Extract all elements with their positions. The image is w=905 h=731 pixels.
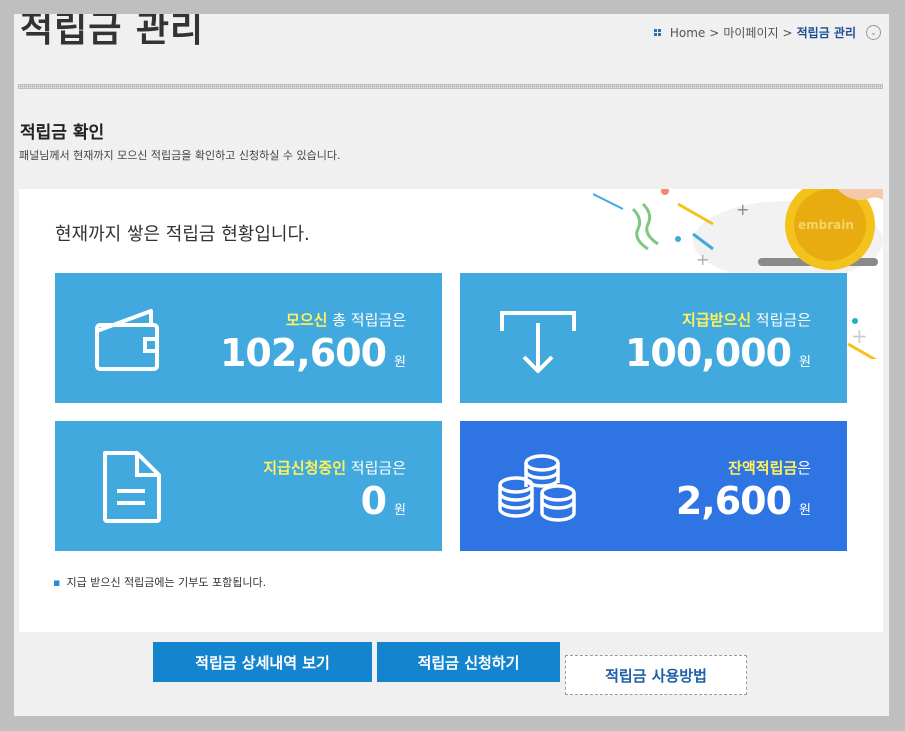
card-caption-text: 적립금은	[751, 311, 811, 329]
points-panel: embrain + + + 현재까지 쌓은 적립금 현황입니다. 모으신 총 적…	[19, 189, 883, 632]
document-icon	[103, 451, 161, 523]
paid-points-card: 지급받으신 적립금은 100,000 원	[460, 273, 847, 403]
svg-text:+: +	[696, 250, 709, 269]
request-points-button[interactable]: 적립금 신청하기	[377, 642, 560, 682]
paid-points-value: 100,000	[624, 331, 792, 375]
total-points-value: 102,600	[219, 331, 387, 375]
footnote: ▪ 지급 받으신 적립금에는 기부도 포함됩니다.	[53, 574, 266, 590]
svg-text:+: +	[851, 324, 868, 348]
breadcrumb: Home > 마이페이지 > 적립금 관리 ⌄	[653, 24, 881, 41]
currency-unit: 원	[799, 503, 811, 518]
card-caption: 지급받으신 적립금은	[682, 309, 811, 330]
card-highlight: 지급받으신	[682, 311, 752, 329]
card-caption: 잔액적립금은	[728, 457, 811, 478]
card-caption-text: 은	[797, 459, 811, 477]
currency-unit: 원	[394, 355, 406, 370]
page-frame: 적립금 관리 Home > 마이페이지 > 적립금 관리 ⌄ 적립금 확인 패널…	[14, 14, 889, 716]
chevron-down-icon[interactable]: ⌄	[866, 25, 881, 40]
bullet-icon: ▪	[53, 576, 61, 589]
card-highlight: 지급신청중인	[263, 459, 347, 477]
pending-points-card: 지급신청중인 적립금은 0 원	[55, 421, 442, 551]
total-points-card: 모으신 총 적립금은 102,600 원	[55, 273, 442, 403]
card-amount: 100,000 원	[625, 331, 811, 375]
coins-icon	[498, 454, 576, 522]
section-description: 패널님께서 현재까지 모으신 적립금을 확인하고 신청하실 수 있습니다.	[19, 149, 341, 162]
breadcrumb-home-link[interactable]: Home	[670, 26, 705, 40]
card-caption-text: 총 적립금은	[327, 311, 406, 329]
breadcrumb-separator: >	[709, 25, 720, 40]
currency-unit: 원	[394, 503, 406, 518]
points-guide-button[interactable]: 적립금 사용방법	[565, 655, 747, 695]
breadcrumb-separator: >	[782, 25, 793, 40]
balance-points-card: 잔액적립금은 2,600 원	[460, 421, 847, 551]
card-amount: 2,600 원	[676, 479, 811, 523]
card-highlight: 잔액적립금	[728, 459, 798, 477]
panel-heading: 현재까지 쌓은 적립금 현황입니다.	[55, 224, 310, 245]
page-title: 적립금 관리	[20, 14, 205, 50]
card-caption-text: 적립금은	[346, 459, 406, 477]
dotted-divider	[18, 84, 883, 89]
card-caption: 지급신청중인 적립금은	[263, 457, 406, 478]
section-title: 적립금 확인	[20, 123, 105, 143]
download-arrow-icon	[500, 311, 576, 373]
card-amount: 0 원	[361, 479, 406, 523]
currency-unit: 원	[799, 355, 811, 370]
home-icon	[653, 28, 662, 37]
pending-points-value: 0	[360, 479, 387, 523]
view-history-button[interactable]: 적립금 상세내역 보기	[153, 642, 372, 682]
coin-logo-text: embrain	[798, 218, 854, 232]
card-highlight: 모으신	[286, 311, 328, 329]
svg-text:+: +	[736, 200, 749, 219]
card-caption: 모으신 총 적립금은	[286, 309, 406, 330]
breadcrumb-mypage-link[interactable]: 마이페이지	[723, 24, 778, 41]
footnote-text: 지급 받으신 적립금에는 기부도 포함됩니다.	[66, 576, 267, 589]
breadcrumb-current: 적립금 관리	[796, 26, 856, 40]
wallet-icon	[95, 309, 159, 371]
card-amount: 102,600 원	[220, 331, 406, 375]
balance-points-value: 2,600	[675, 479, 792, 523]
